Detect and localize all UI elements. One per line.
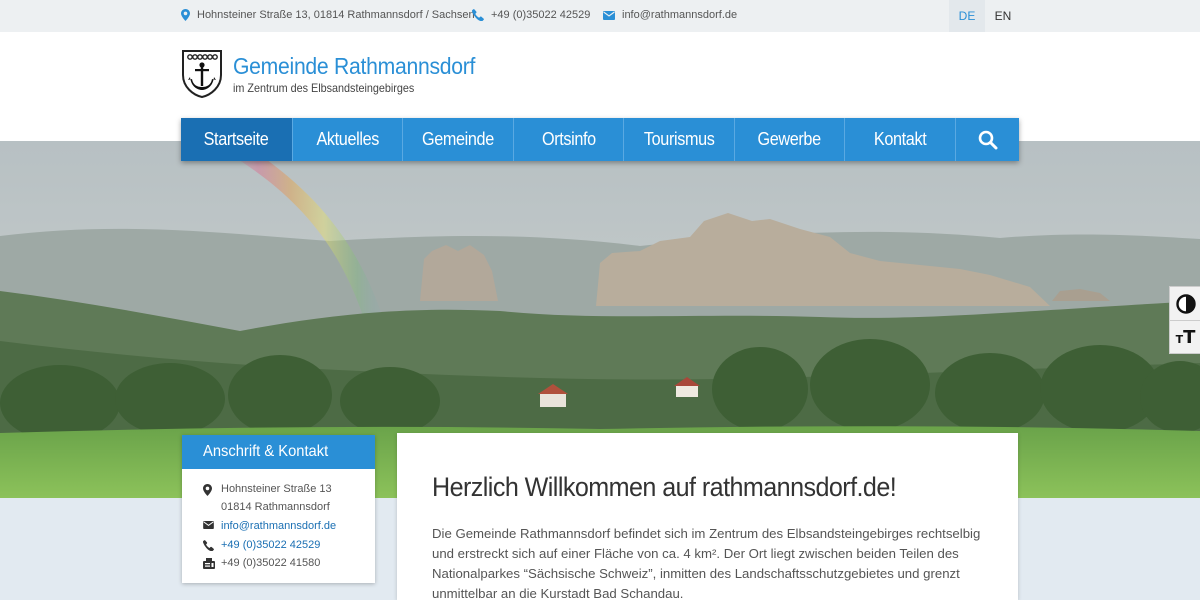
welcome-text: Die Gemeinde Rathmannsdorf befindet sich… [432,526,981,600]
contact-city-row: 01814 Rathmannsdorf [221,501,330,513]
accessibility-toolbar: TT [1169,286,1200,354]
envelope-icon [603,10,615,20]
language-en[interactable]: EN [985,0,1021,32]
contrast-toggle-button[interactable] [1170,287,1200,320]
site-subtitle: im Zentrum des Elbsandsteingebirges [233,81,415,95]
welcome-card: Herzlich Willkommen auf rathmannsdorf.de… [397,433,1018,600]
nav-item-aktuelles[interactable]: Aktuelles [293,118,403,161]
welcome-heading: Herzlich Willkommen auf rathmannsdorf.de… [432,472,897,502]
main-navigation: Startseite Aktuelles Gemeinde Ortsinfo T… [181,118,1019,161]
map-marker-icon [181,9,190,21]
fax-icon [203,558,215,569]
nav-item-tourismus[interactable]: Tourismus [624,118,735,161]
contact-fax: +49 (0)35022 41580 [221,557,321,569]
coat-of-arms-logo[interactable] [181,49,223,99]
topbar-email-text: info@rathmannsdorf.de [622,9,738,21]
contact-phone-link[interactable]: +49 (0)35022 42529 [221,539,320,551]
topbar-address-text: Hohnsteiner Straße 13, 01814 Rathmannsdo… [197,9,475,21]
nav-item-startseite[interactable]: Startseite [181,118,293,161]
contact-fax-row: +49 (0)35022 41580 [203,557,320,569]
search-icon [978,130,997,149]
nav-item-gewerbe[interactable]: Gewerbe [735,118,845,161]
nav-item-kontakt[interactable]: Kontakt [845,118,956,161]
phone-icon [203,540,214,551]
contact-street-row: Hohnsteiner Straße 13 [203,483,332,496]
contact-city: 01814 Rathmannsdorf [221,501,330,513]
contact-email-row[interactable]: info@rathmannsdorf.de [203,520,336,532]
language-de[interactable]: DE [949,0,985,32]
topbar-address: Hohnsteiner Straße 13, 01814 Rathmannsdo… [181,9,475,21]
contrast-icon [1175,293,1196,314]
text-size-button[interactable]: TT [1170,320,1200,353]
top-bar: Hohnsteiner Straße 13, 01814 Rathmannsdo… [0,0,1200,32]
nav-search-button[interactable] [956,118,1019,161]
contact-box-heading: Anschrift & Kontakt [182,435,375,469]
map-marker-icon [203,484,212,496]
contact-box: Anschrift & Kontakt Hohnsteiner Straße 1… [182,435,375,583]
nav-item-ortsinfo[interactable]: Ortsinfo [514,118,624,161]
topbar-phone[interactable]: +49 (0)35022 42529 [472,9,590,21]
contact-street: Hohnsteiner Straße 13 [221,483,332,495]
text-size-icon: TT [1175,326,1196,348]
topbar-email[interactable]: info@rathmannsdorf.de [603,9,737,21]
contact-phone-row[interactable]: +49 (0)35022 42529 [203,539,320,551]
site-title[interactable]: Gemeinde Rathmannsdorf [233,53,475,80]
envelope-icon [203,521,214,529]
contact-email-link[interactable]: info@rathmannsdorf.de [221,520,336,532]
nav-item-gemeinde[interactable]: Gemeinde [403,118,514,161]
topbar-phone-text: +49 (0)35022 42529 [491,9,591,21]
phone-icon [472,9,484,21]
